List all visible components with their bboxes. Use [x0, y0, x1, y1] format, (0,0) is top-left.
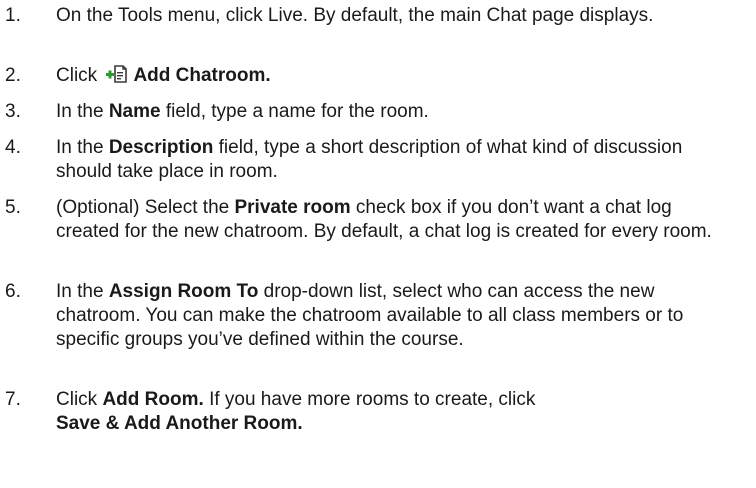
- instruction-list: 1. On the Tools menu, click Live. By def…: [0, 0, 756, 488]
- step-text-pre: In the: [56, 137, 104, 158]
- step-text: In the Assign Room To drop-down list, se…: [56, 280, 736, 352]
- step-text: Click Add Room. If you have more rooms t…: [56, 388, 736, 436]
- step-text-pre: Click: [56, 389, 98, 410]
- step-text-bold-2: Save & Add Another Room.: [56, 413, 303, 434]
- step-text-bold: Assign Room To: [108, 281, 259, 302]
- step-number: 2.: [5, 65, 21, 86]
- step-text-bold: Add Room.: [102, 389, 204, 410]
- step-text: Click Add Chatroom.: [56, 64, 736, 88]
- step-number: 6.: [5, 281, 21, 302]
- step-number: 5.: [5, 197, 21, 218]
- step-number: 7.: [5, 389, 21, 410]
- step-text-pre: Click: [56, 65, 98, 86]
- step-text: On the Tools menu, click Live. By defaul…: [56, 5, 654, 26]
- step-text-bold: Add Chatroom.: [133, 65, 271, 86]
- step-text-bold: Description: [108, 137, 214, 158]
- step-number: 3.: [5, 101, 21, 122]
- step-text: In the Description field, type a short d…: [56, 136, 736, 184]
- add-chatroom-icon: [104, 64, 128, 84]
- step-text-pre: In the: [56, 281, 104, 302]
- step-text-bold: Name: [108, 101, 161, 122]
- step-number: 1.: [5, 5, 21, 26]
- step-text-bold: Private room: [234, 197, 351, 218]
- step-text: (Optional) Select the Private room check…: [56, 196, 736, 244]
- step-text: In the Name field, type a name for the r…: [56, 100, 736, 124]
- step-text-post: field, type a name for the room.: [165, 101, 429, 122]
- step-text-post: If you have more rooms to create, click: [209, 389, 536, 410]
- step-number: 4.: [5, 137, 21, 158]
- step-text-pre: (Optional) Select the: [56, 197, 230, 218]
- step-text-pre: In the: [56, 101, 104, 122]
